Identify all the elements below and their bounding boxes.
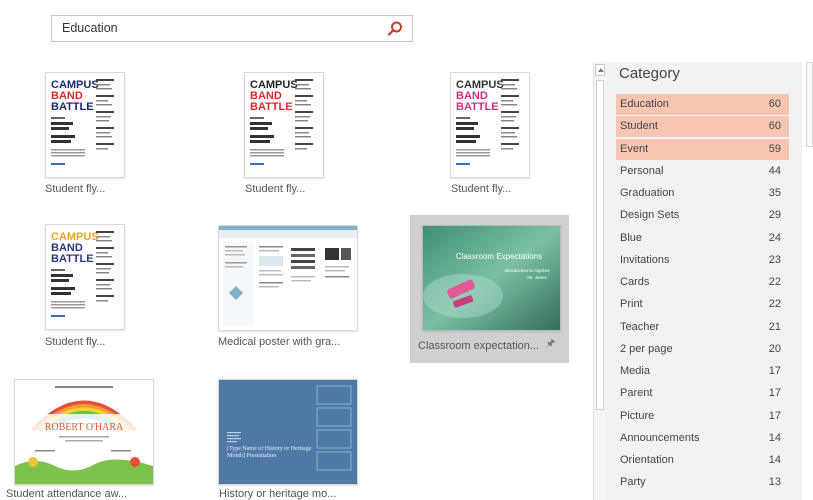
scrollbar-thumb[interactable] [596, 80, 604, 410]
category-item-label: Design Sets [620, 209, 680, 222]
certificate-recipient-name: ROBERT O'HARA [45, 422, 124, 433]
category-item-count: 17 [768, 365, 781, 377]
category-item-label: Blue [620, 231, 643, 244]
category-item-2-per-page[interactable]: 2 per page 20 [616, 339, 789, 360]
slide-text: Classroom Expectations [456, 252, 542, 261]
category-item-count: 23 [768, 253, 781, 266]
category-item-label: Parent [620, 387, 653, 400]
category-item-label: Event [620, 142, 649, 155]
attendance-certificate-preview: ROBERT O'HARA [15, 380, 153, 484]
template-caption: Student fly... [45, 183, 106, 195]
category-item-label: Graduation [620, 187, 675, 199]
category-item-orientation[interactable]: Orientation 14 [616, 450, 789, 471]
template-thumbnail[interactable]: CAMPUS BAND BATTLE [244, 72, 324, 178]
category-item-count: 35 [768, 187, 781, 199]
category-item-print[interactable]: Print 22 [616, 294, 789, 315]
slide-text: Introduction to Algebra [504, 268, 550, 273]
category-item-blue[interactable]: Blue 24 [616, 228, 789, 249]
template-caption: Student fly... [451, 183, 512, 195]
category-item-student[interactable]: Student 60 [616, 116, 789, 138]
category-item-label: Personal [620, 164, 664, 177]
category-item-count: 22 [768, 276, 781, 288]
scroll-up-arrow-icon[interactable] [595, 64, 605, 76]
template-thumbnail[interactable]: Classroom Expectations Introduction to A… [422, 225, 561, 331]
category-item-count: 20 [768, 342, 781, 355]
category-item-graduation[interactable]: Graduation 35 [616, 183, 789, 204]
flyer-preview: CAMPUS BAND BATTLE [46, 225, 122, 327]
category-item-picture[interactable]: Picture 17 [616, 406, 789, 427]
category-item-teacher[interactable]: Teacher 21 [616, 317, 789, 338]
category-item-design-sets[interactable]: Design Sets 29 [616, 205, 789, 226]
category-item-label: Party [620, 476, 646, 489]
search-input[interactable]: Education [51, 15, 413, 42]
search-input-value: Education [62, 21, 118, 35]
category-item-parent[interactable]: Parent 17 [616, 383, 789, 404]
slide-title-text: [Type Name of History or Heritage Month]… [227, 446, 312, 459]
template-caption: History or heritage mo... [219, 488, 337, 500]
flyer-preview: CAMPUS BAND BATTLE [46, 73, 122, 175]
medical-poster-preview [219, 226, 357, 330]
pin-icon[interactable]: 🖈 [546, 336, 555, 353]
category-item-label: 2 per page [620, 342, 673, 355]
search-icon[interactable] [386, 20, 404, 38]
category-item-count: 17 [768, 387, 781, 400]
template-thumbnail[interactable]: CAMPUS BAND BATTLE [45, 72, 125, 178]
classroom-slide-preview: Classroom Expectations Introduction to A… [423, 226, 560, 330]
template-thumbnail[interactable]: CAMPUS BAND BATTLE [45, 224, 125, 330]
category-item-announcements[interactable]: Announcements 14 [616, 428, 789, 449]
category-item-count: 44 [768, 164, 781, 177]
category-item-label: Invitations [620, 253, 670, 266]
category-item-count: 17 [768, 409, 781, 422]
template-thumbnail[interactable] [218, 225, 358, 331]
flyer-preview: CAMPUS BAND BATTLE [245, 73, 321, 175]
template-caption: Classroom expectation... [418, 340, 540, 352]
category-item-label: Print [620, 298, 643, 311]
history-slide-preview: [Type Name of History or Heritage Month]… [219, 380, 357, 484]
category-item-label: Picture [620, 409, 655, 422]
category-item-count: 14 [768, 454, 781, 466]
category-item-party[interactable]: Party 13 [616, 472, 789, 493]
category-item-personal[interactable]: Personal 44 [616, 161, 789, 182]
category-item-label: Education [620, 98, 669, 110]
flyer-preview: CAMPUS BAND BATTLE [451, 73, 527, 175]
category-item-event[interactable]: Event 59 [616, 138, 789, 160]
template-caption: Student attendance aw... [6, 488, 128, 500]
category-item-label: Student [620, 120, 658, 133]
template-thumbnail[interactable]: [Type Name of History or Heritage Month]… [218, 379, 358, 485]
category-item-count: 60 [768, 98, 781, 110]
template-thumbnail[interactable]: CAMPUS BAND BATTLE [450, 72, 530, 178]
category-item-count: 22 [768, 298, 781, 311]
category-item-count: 14 [768, 431, 781, 444]
slide-text: Mr. Jones [527, 275, 547, 280]
template-caption: Student fly... [245, 183, 306, 195]
flyer-headline-line: BATTLE [51, 253, 94, 265]
category-item-label: Orientation [620, 454, 674, 466]
category-item-label: Media [620, 365, 650, 377]
category-item-count: 13 [768, 476, 781, 489]
category-item-education[interactable]: Education 60 [616, 94, 789, 115]
right-edge-scrollbar[interactable] [806, 62, 813, 147]
template-caption: Medical poster with gra... [218, 336, 341, 348]
flyer-headline-line: BATTLE [456, 101, 499, 113]
category-item-label: Teacher [620, 320, 660, 333]
category-item-cards[interactable]: Cards 22 [616, 272, 789, 293]
flyer-headline-line: BATTLE [250, 101, 293, 113]
category-item-count: 60 [768, 120, 781, 133]
category-title: Category [619, 65, 680, 82]
category-item-media[interactable]: Media 17 [616, 361, 789, 382]
flyer-headline-line: BATTLE [51, 101, 94, 113]
category-item-label: Announcements [620, 431, 700, 444]
category-item-count: 21 [768, 320, 781, 333]
template-thumbnail[interactable]: ROBERT O'HARA [14, 379, 154, 485]
template-caption: Student fly... [45, 336, 106, 348]
category-item-label: Cards [620, 276, 650, 288]
category-item-count: 59 [768, 142, 781, 155]
category-item-invitations[interactable]: Invitations 23 [616, 250, 789, 271]
category-item-count: 24 [768, 231, 781, 244]
category-item-count: 29 [768, 209, 781, 222]
